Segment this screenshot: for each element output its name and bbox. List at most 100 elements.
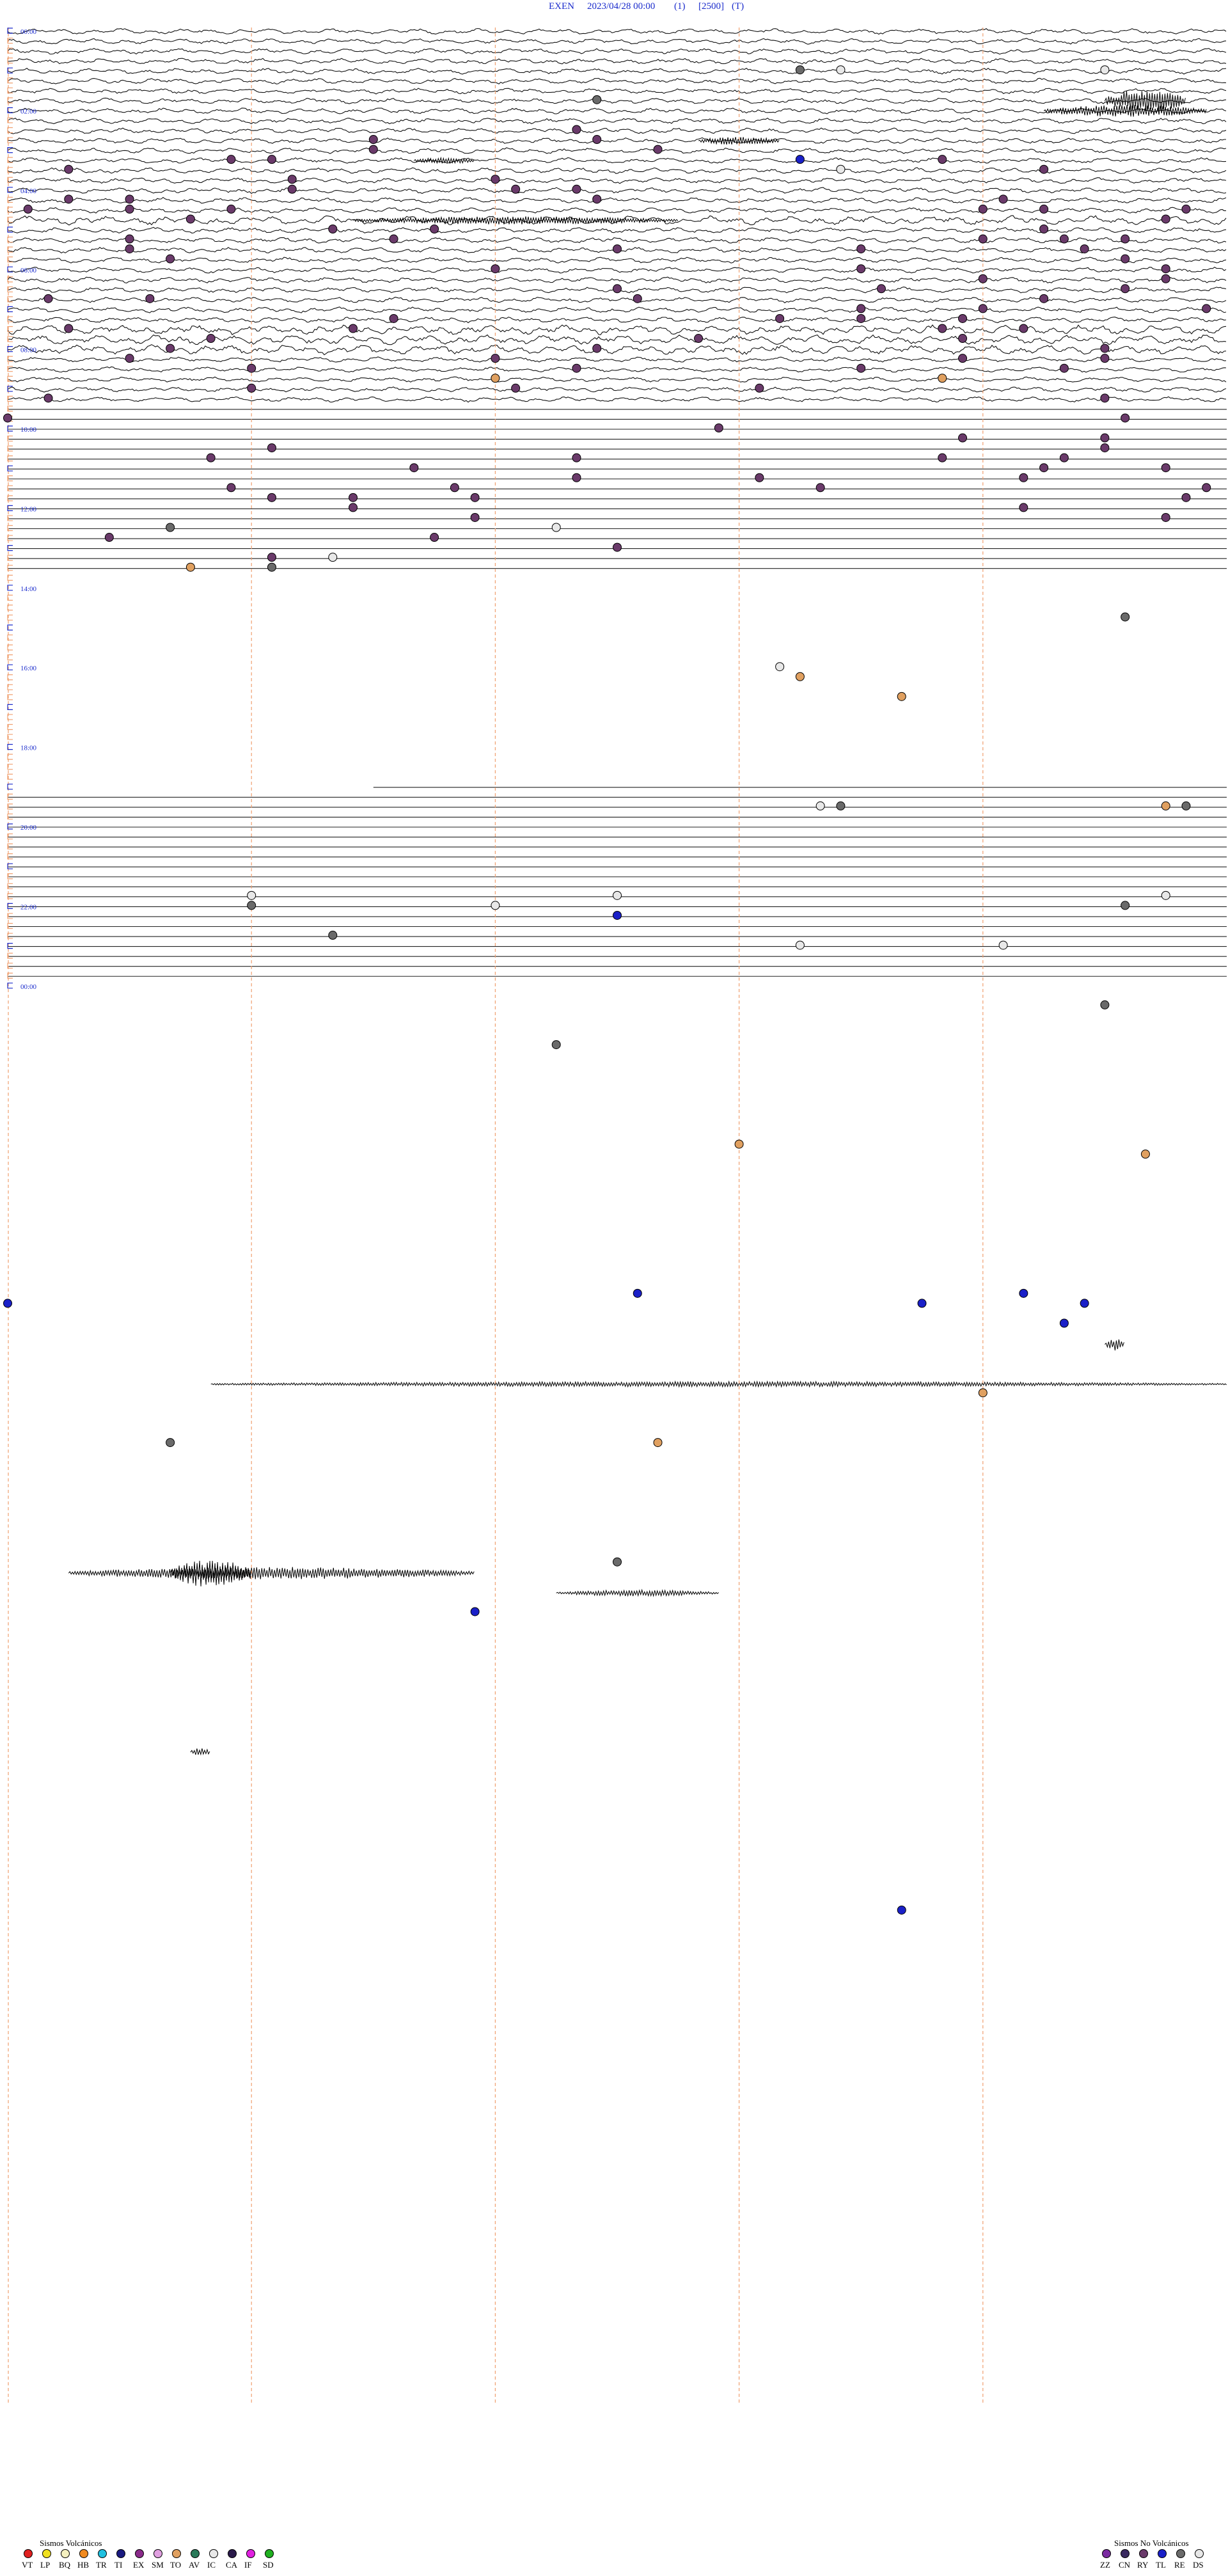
event-marker (653, 1438, 663, 1448)
time-label: 12:00 (20, 505, 37, 513)
trace-row (7, 334, 1227, 345)
volcanic-legend-symbol (98, 2549, 107, 2558)
event-marker (1039, 294, 1049, 303)
event-marker (653, 145, 663, 154)
event-marker (125, 204, 134, 214)
event-marker (734, 1139, 744, 1149)
event-marker (1121, 254, 1130, 264)
non-volcanic-legend-code: RE (1174, 2560, 1185, 2570)
event-marker (694, 334, 704, 344)
volcanic-legend-code: HB (77, 2560, 90, 2570)
event-marker (491, 264, 500, 274)
non-volcanic-legend-symbol (1176, 2549, 1185, 2558)
volcanic-legend-code: AV (189, 2560, 200, 2570)
event-marker (267, 553, 276, 562)
trace-row (7, 356, 1227, 363)
event-marker (166, 254, 175, 264)
volcanic-legend-code: EX (133, 2560, 145, 2570)
event-marker (958, 354, 968, 363)
event-marker (247, 901, 256, 910)
event-marker (938, 374, 947, 383)
trace-row (7, 157, 1227, 164)
event-marker (572, 184, 581, 194)
trace-row (7, 396, 1227, 403)
event-marker (978, 204, 988, 214)
event-marker (64, 324, 74, 333)
event-marker (1080, 244, 1089, 254)
time-labels: 00:00 02:00 04:00 06:00 08:00 10:00 12:00 14:00… (20, 28, 37, 991)
volcanic-legend-title: Sismos Volcánicos (40, 2538, 102, 2548)
event-marker (755, 473, 764, 482)
event-marker (491, 354, 500, 363)
trace-row (8, 317, 1227, 324)
burst-trace (1043, 104, 1207, 117)
event-marker (815, 801, 825, 810)
volcanic-legend-symbol (154, 2549, 162, 2558)
event-marker (978, 304, 988, 313)
volcanic-legend-code: LP (40, 2560, 51, 2570)
event-marker (267, 562, 276, 572)
trace-row (7, 267, 1227, 274)
event-marker (470, 512, 480, 522)
non-volcanic-legend-code: CN (1119, 2560, 1131, 2570)
volcanic-legend-symbol (61, 2549, 70, 2558)
event-marker (247, 363, 256, 373)
event-marker (1039, 164, 1049, 174)
helicorder-plot: 00:00 02:00 04:00 06:00 08:00 10:00 12:00 14:00… (3, 28, 1227, 2558)
non-volcanic-legend-code: ZZ (1100, 2560, 1110, 2570)
volcanic-legend-code: SD (263, 2560, 274, 2570)
event-marker (795, 65, 805, 75)
event-marker (64, 164, 74, 174)
non-volcanic-legend-symbol (1121, 2549, 1130, 2558)
event-marker (1019, 324, 1028, 333)
event-marker (1100, 1000, 1110, 1009)
event-marker (1181, 204, 1191, 214)
event-marker (409, 463, 419, 473)
event-marker (267, 493, 276, 502)
event-marker (511, 184, 521, 194)
event-marker (43, 294, 53, 303)
trace-row (7, 177, 1227, 184)
event-marker (1100, 393, 1110, 403)
event-marker (856, 244, 866, 254)
time-label: 14:00 (20, 585, 37, 593)
event-marker (856, 313, 866, 323)
burst-trace (190, 1748, 210, 1756)
volcanic-legend-code: CA (226, 2560, 238, 2570)
event-marker (349, 503, 358, 512)
burst-trace (1105, 1339, 1124, 1351)
event-marker (1121, 901, 1130, 910)
event-marker (287, 175, 297, 184)
minute-markers (8, 28, 984, 2404)
event-marker (795, 940, 805, 950)
event-marker (368, 135, 378, 145)
event-marker (206, 334, 216, 344)
event-marker (491, 901, 500, 910)
event-marker (572, 125, 581, 134)
event-marker (1161, 264, 1170, 274)
event-marker (104, 533, 114, 542)
burst-trace (352, 216, 679, 225)
event-marker (775, 313, 785, 323)
time-label: 02:00 (20, 107, 37, 115)
event-marker (572, 363, 581, 373)
event-marker (226, 204, 236, 214)
trace-row (7, 237, 1227, 244)
volcanic-legend-symbol (191, 2549, 200, 2558)
trace-row (7, 28, 1227, 35)
non-volcanic-legend-symbol (1102, 2549, 1111, 2558)
event-marker (613, 542, 622, 552)
event-marker (1059, 1318, 1069, 1328)
non-volcanic-legend-symbol (1195, 2549, 1204, 2558)
volcanic-legend-symbol (265, 2549, 274, 2558)
event-marker (795, 155, 805, 164)
event-marker (978, 274, 988, 283)
event-marker (226, 483, 236, 493)
trace-row (7, 196, 1227, 204)
volcanic-legend-code: TI (114, 2560, 123, 2570)
volcanic-legend-symbol (24, 2549, 33, 2558)
event-marker (1059, 453, 1069, 462)
event-marker (247, 890, 256, 900)
event-marker (1019, 473, 1028, 482)
event-marker (206, 453, 216, 462)
